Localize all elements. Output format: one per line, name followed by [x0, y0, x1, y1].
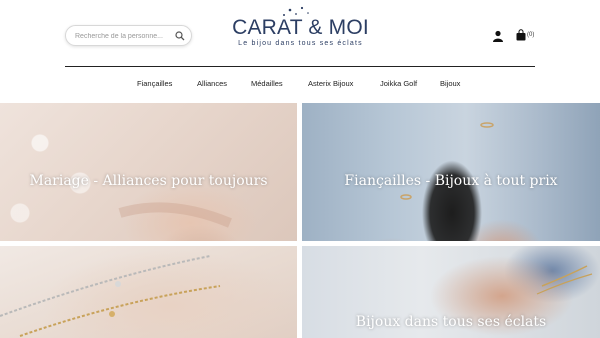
tile-bracelets[interactable]: [0, 246, 297, 338]
ring-hands-photo: [400, 122, 494, 200]
nav-item-joikka-golf[interactable]: Joikka Golf: [380, 79, 417, 88]
tile-mariage-alliances[interactable]: Mariage - Alliances pour toujours: [0, 103, 297, 241]
cart-button[interactable]: (0): [516, 29, 540, 43]
search-input[interactable]: [75, 30, 171, 42]
shopping-bag-icon: [516, 29, 526, 41]
main-nav: Fiançailles Alliances Médailles Asterix …: [0, 79, 600, 93]
logo-tagline: Le bijou dans tous ses éclats: [238, 40, 363, 47]
nav-item-fiancailles[interactable]: Fiançailles: [137, 79, 172, 88]
tile-caption: Fiançailles - Bijoux à tout prix: [344, 173, 558, 189]
cart-count: (0): [527, 32, 535, 38]
tile-fiancailles-bijoux[interactable]: Fiançailles - Bijoux à tout prix: [302, 103, 600, 241]
logo-brand-text: CARAT & MOI: [232, 16, 369, 39]
tile-caption: Mariage - Alliances pour toujours: [29, 173, 268, 189]
nav-item-bijoux[interactable]: Bijoux: [440, 79, 460, 88]
brand-logo[interactable]: CARAT & MOI Le bijou dans tous ses éclat…: [228, 6, 373, 52]
search-box[interactable]: [65, 25, 192, 46]
bracelets-photo: [0, 255, 221, 337]
nav-item-asterix-bijoux[interactable]: Asterix Bijoux: [308, 79, 353, 88]
tile-caption: Bijoux dans tous ses éclats: [355, 314, 547, 330]
nav-item-alliances[interactable]: Alliances: [197, 79, 227, 88]
user-icon[interactable]: [492, 30, 504, 42]
nav-item-medailles[interactable]: Médailles: [251, 79, 283, 88]
search-icon[interactable]: [175, 31, 185, 41]
ring-hand-photo: [118, 202, 232, 228]
tile-bijoux-eclats[interactable]: Bijoux dans tous ses éclats: [302, 246, 600, 338]
header-divider: [65, 66, 535, 67]
site-header: CARAT & MOI Le bijou dans tous ses éclat…: [0, 0, 600, 68]
